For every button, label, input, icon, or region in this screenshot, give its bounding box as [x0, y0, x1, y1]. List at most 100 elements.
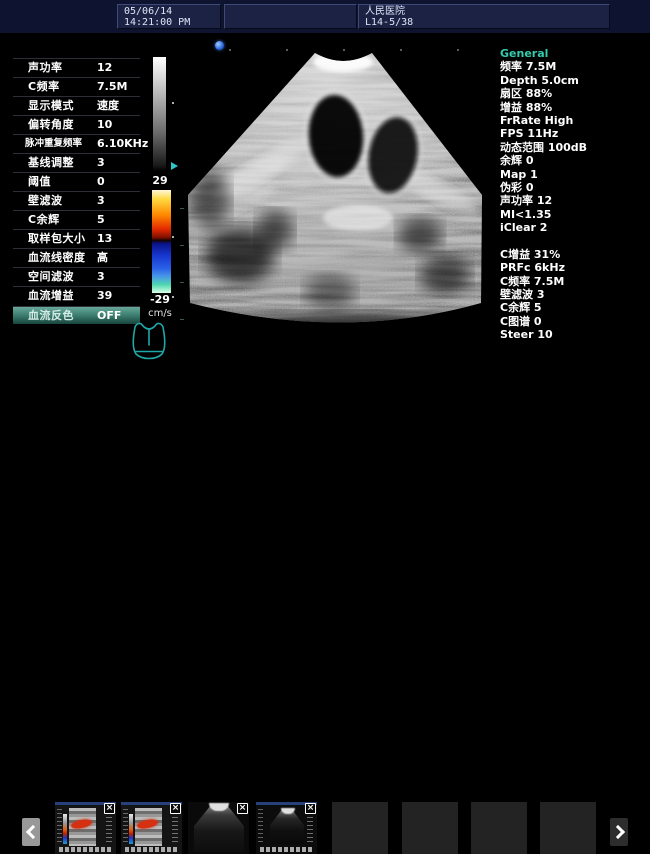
- info-line-mi: MI<1.35: [500, 208, 648, 221]
- param-row-display-mode[interactable]: 显示模式 速度: [13, 96, 140, 115]
- transducer-cap-echo: [313, 52, 373, 72]
- param-row-color-gain[interactable]: 血流增益 39: [13, 286, 140, 305]
- param-row-color-invert-selected[interactable]: 血流反色 OFF: [13, 306, 140, 324]
- info-line-steer: Steer 10: [500, 328, 648, 341]
- info-line-prfc: PRFc 6kHz: [500, 261, 648, 274]
- param-value: 7.5M: [97, 78, 127, 96]
- info-line-power: 声功率 12: [500, 194, 648, 207]
- param-value: 5: [97, 211, 105, 229]
- close-icon[interactable]: ×: [237, 803, 248, 814]
- patient-info-box: [224, 4, 357, 29]
- thumbnail-empty-slot: [471, 802, 527, 854]
- ultrasound-app-screen: { "top_bar": { "date": "05/06/14", "time…: [0, 0, 650, 488]
- image-info-panel: General 频率 7.5M Depth 5.0cm 扇区 88% 增益 88…: [500, 47, 648, 342]
- info-line-persistence: 余辉 0: [500, 154, 648, 167]
- mini-image: [69, 808, 96, 846]
- thumbnail-sector-4[interactable]: ×: [256, 802, 317, 854]
- param-value: 3: [97, 192, 105, 210]
- info-line-iclear: iClear 2: [500, 221, 648, 234]
- info-line-wall-filter: 壁滤波 3: [500, 288, 648, 301]
- mini-filmstrip: [260, 847, 313, 852]
- chevron-right-icon: [611, 825, 625, 839]
- param-row-wall-filter[interactable]: 壁滤波 3: [13, 191, 140, 210]
- thumbnail-empty-slot: [540, 802, 596, 854]
- mini-vessel-flow: [70, 818, 92, 830]
- param-value: 0: [97, 173, 105, 191]
- info-line-map: Map 1: [500, 168, 648, 181]
- info-line-sector: 扇区 88%: [500, 87, 648, 100]
- mini-right-text: [307, 809, 313, 843]
- param-row-steer-angle[interactable]: 偏转角度 10: [13, 115, 140, 134]
- color-marker-dot: [172, 236, 174, 238]
- close-icon[interactable]: ×: [170, 803, 181, 814]
- param-row-c-frequency[interactable]: C频率 7.5M: [13, 77, 140, 96]
- param-value: 12: [97, 59, 112, 77]
- info-line-gain: 增益 88%: [500, 101, 648, 114]
- velocity-max-label: 29: [145, 174, 175, 187]
- param-value: 6.10KHz: [97, 135, 148, 153]
- param-row-c-persistence[interactable]: C余辉 5: [13, 210, 140, 229]
- body-mark-icon: [128, 318, 170, 364]
- close-icon[interactable]: ×: [104, 803, 115, 814]
- hospital-name: 人民医院: [365, 6, 405, 17]
- top-status-bar: 05/06/14 14:21:00 PM 人民医院 L14-5/38: [0, 0, 650, 33]
- param-value: 10: [97, 116, 112, 134]
- thumbnail-doppler-2[interactable]: ×: [121, 802, 182, 854]
- mini-sector-image: [270, 810, 304, 844]
- param-label: 空间滤波: [28, 268, 74, 286]
- param-label: 壁滤波: [28, 192, 63, 210]
- next-thumbnails-button[interactable]: [610, 818, 628, 846]
- thumbnail-strip: × × × ×: [0, 398, 650, 488]
- chevron-left-icon: [26, 825, 40, 839]
- param-row-prf[interactable]: 脉冲重复频率 6.10KHz: [13, 134, 140, 153]
- grayscale-bar: [153, 57, 166, 171]
- thumbnail-doppler-1[interactable]: ×: [55, 802, 116, 854]
- mini-right-text: [106, 809, 112, 843]
- mini-vessel-flow: [136, 818, 158, 830]
- preset-header: General: [500, 47, 648, 60]
- close-icon[interactable]: ×: [305, 803, 316, 814]
- param-label: C频率: [28, 78, 60, 96]
- param-row-packet-size[interactable]: 取样包大小 13: [13, 229, 140, 248]
- param-row-threshold[interactable]: 阈值 0: [13, 172, 140, 191]
- probe-info: L14-5/38: [365, 17, 609, 28]
- mini-left-text: [123, 809, 128, 843]
- info-line-c-map: C图谱 0: [500, 315, 648, 328]
- prev-thumbnails-button[interactable]: [22, 818, 40, 846]
- param-row-line-density[interactable]: 血流线密度 高: [13, 248, 140, 267]
- mini-color-bar: [129, 814, 133, 844]
- param-label: 基线调整: [28, 154, 74, 172]
- info-line-frrate: FrRate High: [500, 114, 648, 127]
- info-line-dynamic-range: 动态范围 100dB: [500, 141, 648, 154]
- param-label: 偏转角度: [28, 116, 74, 134]
- velocity-min-label: -29: [145, 293, 175, 306]
- mini-color-bar: [63, 814, 67, 844]
- gray-marker-dot: [172, 102, 174, 104]
- param-label: 脉冲重复频率: [25, 135, 82, 153]
- mini-filmstrip: [125, 847, 178, 852]
- param-row-baseline[interactable]: 基线调整 3: [13, 153, 140, 172]
- info-line-fps: FPS 11Hz: [500, 127, 648, 140]
- time-text: 14:21:00 PM: [124, 17, 220, 28]
- param-row-acoustic-power[interactable]: 声功率 12: [13, 58, 140, 77]
- param-label: 阈值: [28, 173, 51, 191]
- param-label: 显示模式: [28, 97, 74, 115]
- mini-filmstrip: [59, 847, 112, 852]
- mini-left-text: [258, 809, 263, 843]
- info-line-c-frequency: C频率 7.5M: [500, 275, 648, 288]
- param-label: 取样包大小: [28, 230, 86, 248]
- mini-left-text: [57, 809, 62, 843]
- param-value: 13: [97, 230, 112, 248]
- date-text: 05/06/14: [124, 6, 172, 17]
- param-label: 声功率: [28, 59, 63, 77]
- param-value: OFF: [97, 307, 121, 325]
- mini-right-text: [172, 809, 178, 843]
- param-value: 速度: [97, 97, 119, 115]
- parameter-panel: 声功率 12 C频率 7.5M 显示模式 速度 偏转角度 10 脉冲重复频率 6…: [13, 58, 140, 324]
- param-label: 血流线密度: [28, 249, 86, 267]
- thumbnail-sector-3[interactable]: ×: [188, 802, 249, 854]
- param-row-spatial-filter[interactable]: 空间滤波 3: [13, 267, 140, 286]
- param-label: 血流反色: [28, 307, 74, 325]
- hospital-probe-box: 人民医院 L14-5/38: [358, 4, 610, 29]
- info-line-c-persistence: C余辉 5: [500, 301, 648, 314]
